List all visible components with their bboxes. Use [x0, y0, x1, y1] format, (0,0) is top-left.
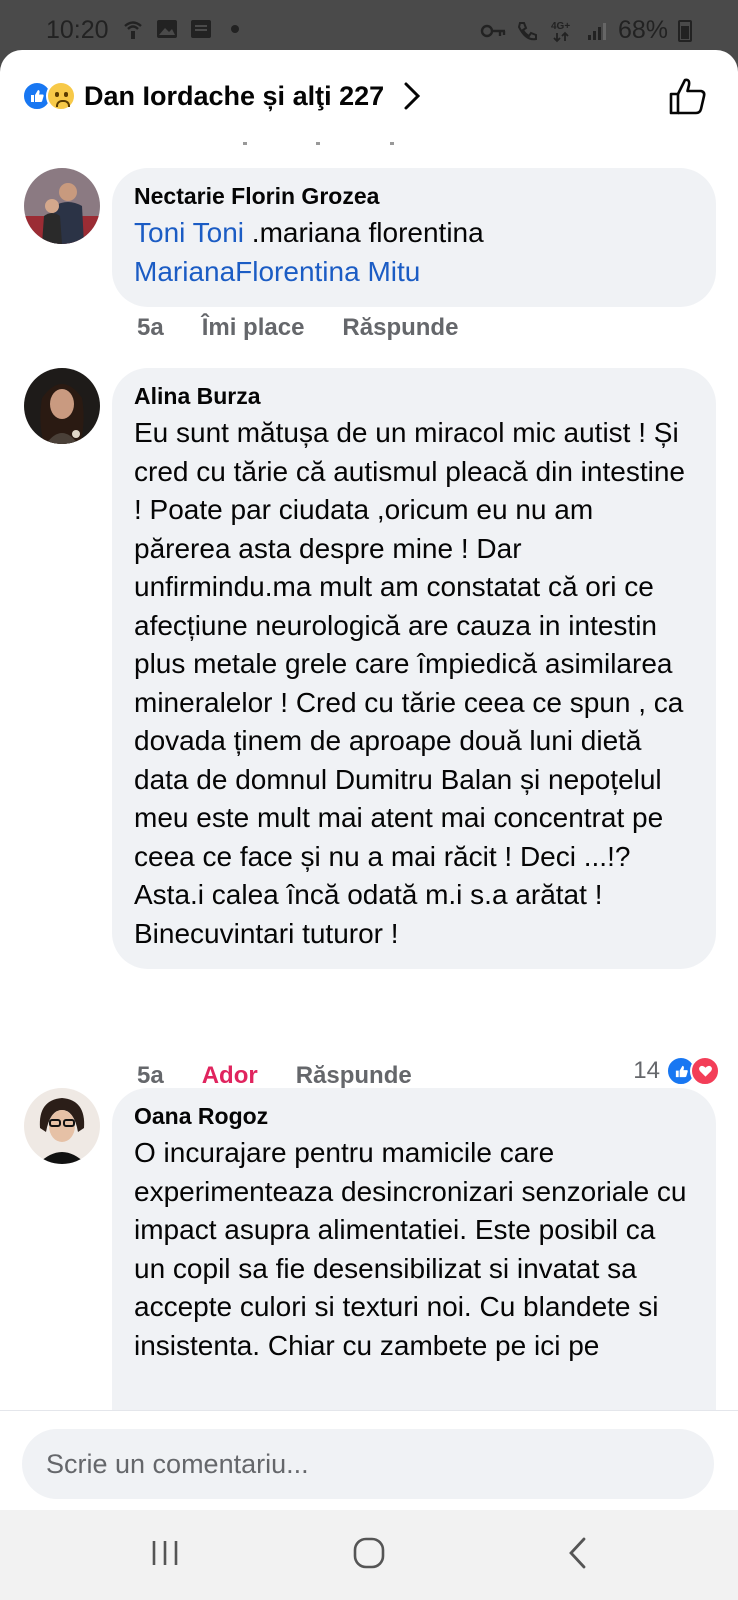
gallery-icon: [157, 20, 177, 38]
comment-time: 5a: [137, 1062, 164, 1089]
mention-link[interactable]: MarianaFlorentina Mitu: [134, 256, 420, 287]
comment-text: O incurajare pentru mamicile care experi…: [134, 1137, 687, 1361]
status-left-icons: [122, 18, 246, 40]
reaction-icons: [22, 81, 76, 111]
volte-call-icon: [517, 21, 537, 40]
avatar[interactable]: [24, 368, 100, 444]
mention-link[interactable]: Toni Toni: [134, 217, 244, 248]
avatar[interactable]: [24, 1088, 100, 1164]
comment-text: Toni Toni .mariana florentina MarianaFlor…: [134, 214, 694, 291]
sad-reaction-icon: [46, 81, 76, 111]
signal-icon: [587, 22, 606, 40]
previous-comment-edge: [0, 142, 738, 150]
recent-apps-icon[interactable]: [148, 1536, 182, 1575]
4g-signal-icon: 4G+: [551, 21, 570, 42]
comments-sheet: Dan Iordache și alţi 227 Nectarie Florin…: [0, 50, 738, 1510]
comment-bubble: Nectarie Florin Grozea Toni Toni .marian…: [112, 168, 716, 307]
like-action[interactable]: Îmi place: [202, 314, 305, 342]
back-icon[interactable]: [562, 1536, 596, 1575]
reaction-count-number: 14: [633, 1057, 660, 1084]
dot-icon: [231, 25, 239, 33]
comment-author[interactable]: Alina Burza: [134, 382, 694, 410]
comment-author[interactable]: Nectarie Florin Grozea: [134, 182, 694, 210]
home-icon[interactable]: [352, 1536, 386, 1575]
love-reaction-icon: [690, 1056, 720, 1086]
like-button-icon[interactable]: [668, 76, 708, 121]
comment-actions: 5a Ador Răspunde: [137, 1062, 450, 1090]
reactors-title[interactable]: Dan Iordache și alţi 227: [84, 81, 384, 112]
comment-author[interactable]: Oana Rogoz: [134, 1102, 694, 1130]
chevron-right-icon[interactable]: [402, 81, 422, 111]
love-action[interactable]: Ador: [202, 1062, 258, 1090]
key-icon: [480, 24, 506, 37]
comment-text: Eu sunt mătușa de un miracol mic autist …: [134, 417, 685, 949]
comment-time: 5a: [137, 314, 164, 341]
reply-action[interactable]: Răspunde: [342, 314, 458, 342]
news-icon: [191, 20, 211, 38]
reply-action[interactable]: Răspunde: [296, 1062, 412, 1090]
status-bar: 10:20 4G+ 68%: [0, 0, 738, 56]
comment-input[interactable]: Scrie un comentariu...: [22, 1429, 714, 1499]
comment-text-part: .mariana florentina: [244, 217, 484, 248]
svg-text:4G+: 4G+: [551, 21, 570, 32]
navigation-bar: [0, 1510, 738, 1600]
status-time: 10:20: [46, 16, 109, 44]
comment-bubble: Alina Burza Eu sunt mătușa de un miracol…: [112, 368, 716, 969]
battery-icon: [678, 19, 692, 42]
reactions-header[interactable]: Dan Iordache și alţi 227: [0, 50, 738, 142]
reaction-count[interactable]: 14: [633, 1056, 720, 1086]
battery-percent: 68%: [617, 16, 668, 44]
avatar[interactable]: [24, 168, 100, 244]
comment-composer: Scrie un comentariu...: [0, 1410, 738, 1510]
comment-actions: 5a Îmi place Răspunde: [137, 314, 496, 342]
wifi-call-icon: [124, 21, 142, 39]
status-right: 4G+ 68%: [480, 16, 692, 45]
